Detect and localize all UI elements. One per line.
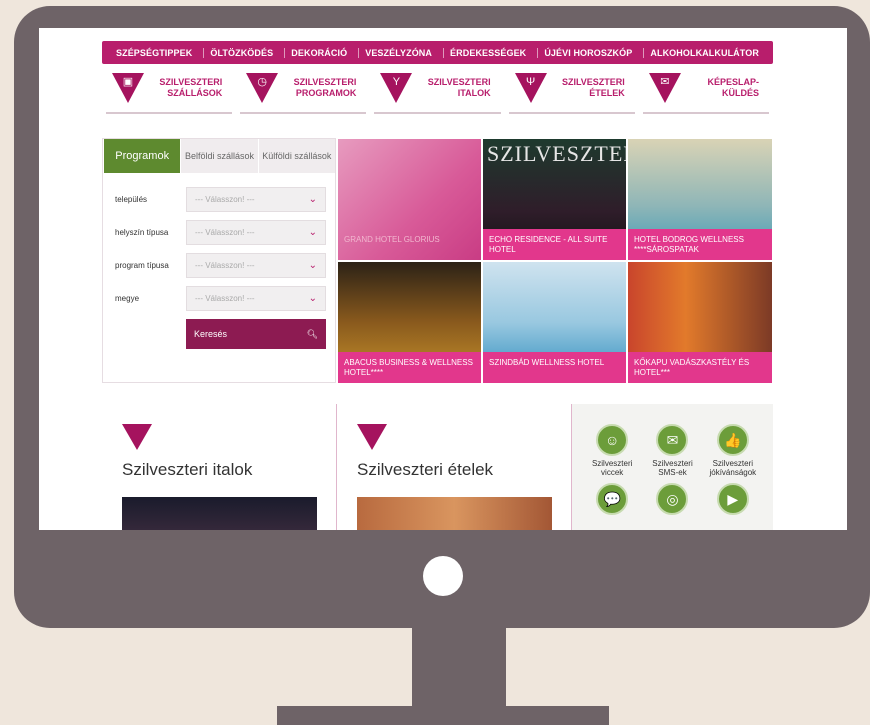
section-etelek: Szilveszteri ételek bbox=[337, 404, 572, 530]
hotel-tile[interactable]: SZILVESZTER ECHO RESIDENCE - ALL SUITE HO… bbox=[482, 138, 627, 261]
select-value: --- Válasszon! --- bbox=[195, 261, 255, 270]
suitcase-icon: ▣ bbox=[112, 73, 144, 103]
search-panel: Programok Belföldi szállások Külföldi sz… bbox=[102, 138, 336, 383]
form-row: település --- Válasszon! --- ⌄ bbox=[103, 187, 335, 212]
link-music[interactable]: ◎ bbox=[642, 483, 702, 515]
monitor-stand-neck bbox=[412, 628, 506, 710]
select-program-tipusa[interactable]: --- Válasszon! --- ⌄ bbox=[186, 253, 326, 278]
select-value: --- Válasszon! --- bbox=[195, 294, 255, 303]
chevron-down-icon: ⌄ bbox=[308, 260, 317, 271]
link-label: Szilveszteri SMS-ek bbox=[652, 459, 693, 477]
tab-kulfoldi-szallasok[interactable]: Külföldi szállások bbox=[257, 139, 335, 173]
thumbs-up-icon: 👍 bbox=[716, 424, 749, 456]
section-title[interactable]: Szilveszteri italok bbox=[122, 460, 316, 480]
tile-overlay-text: SZILVESZTER bbox=[487, 141, 627, 166]
hotel-caption: SZINDBÁD WELLNESS HOTEL bbox=[483, 352, 626, 383]
tab-programok[interactable]: Programok bbox=[103, 139, 181, 173]
search-tabs: Programok Belföldi szállások Külföldi sz… bbox=[103, 139, 335, 173]
chevron-down-icon: ⌄ bbox=[308, 293, 317, 304]
form-row: megye --- Válasszon! --- ⌄ bbox=[103, 286, 335, 311]
hotel-caption: ECHO RESIDENCE - ALL SUITE HOTEL bbox=[483, 229, 626, 260]
link-chat[interactable]: 💬 bbox=[582, 483, 642, 515]
category-label: SZILVESZTERI ITALOK bbox=[427, 77, 491, 98]
field-label-megye: megye bbox=[115, 294, 140, 303]
hotel-tile[interactable]: SZINDBÁD WELLNESS HOTEL bbox=[482, 261, 627, 384]
select-telepules[interactable]: --- Válasszon! --- ⌄ bbox=[186, 187, 326, 212]
postcard-icon: ✉ bbox=[648, 73, 681, 103]
disc-icon: ◎ bbox=[656, 483, 689, 515]
smiley-icon: ☺ bbox=[596, 424, 629, 456]
chevron-down-icon: ⌄ bbox=[308, 194, 317, 205]
nav-alkoholkalkulator[interactable]: ALKOHOLKALKULÁTOR bbox=[643, 47, 765, 58]
field-label-program-tipusa: program típusa bbox=[115, 261, 169, 270]
category-label: SZILVESZTERI PROGRAMOK bbox=[293, 77, 357, 98]
section-image[interactable] bbox=[122, 497, 317, 530]
nav-oltozkodes[interactable]: ÖLTÖZKÖDÉS bbox=[203, 47, 279, 58]
tab-belfoldi-szallasok[interactable]: Belföldi szállások bbox=[180, 139, 258, 173]
select-helyszin-tipusa[interactable]: --- Válasszon! --- ⌄ bbox=[186, 220, 326, 245]
section-image[interactable] bbox=[357, 497, 552, 530]
link-sms[interactable]: ✉ Szilveszteri SMS-ek bbox=[642, 424, 702, 477]
monitor-stand-base bbox=[277, 706, 609, 725]
category-programok[interactable]: ◷ SZILVESZTERI PROGRAMOK bbox=[240, 64, 367, 114]
field-label-telepules: település bbox=[115, 195, 148, 204]
play-icon: ▶ bbox=[716, 483, 749, 515]
search-icon: 🔍︎ bbox=[306, 328, 318, 339]
clock-icon: ◷ bbox=[246, 73, 279, 103]
select-megye[interactable]: --- Válasszon! --- ⌄ bbox=[186, 286, 326, 311]
link-label: Szilveszteri viccek bbox=[591, 459, 633, 477]
nav-szepsegtippek[interactable]: SZÉPSÉGTIPPEK bbox=[110, 48, 198, 58]
speech-bubble-icon: 💬 bbox=[596, 483, 629, 515]
category-szallasok[interactable]: ▣ SZILVESZTERI SZÁLLÁSOK bbox=[106, 64, 233, 114]
hotel-tile[interactable]: KŐKAPU VADÁSZKASTÉLY ÉS HOTEL*** bbox=[627, 261, 773, 384]
hotel-tile[interactable]: HOTEL BODROG WELLNESS ****SÁROSPATAK bbox=[627, 138, 773, 261]
hotel-tile[interactable]: ABACUS BUSINESS & WELLNESS HOTEL**** bbox=[337, 261, 482, 384]
hotel-grid: GRAND HOTEL GLORIUS SZILVESZTER ECHO RESI… bbox=[337, 138, 773, 384]
link-viccek[interactable]: ☺ Szilveszteri viccek bbox=[582, 424, 642, 477]
category-label: SZILVESZTERI SZÁLLÁSOK bbox=[159, 77, 223, 98]
category-navigation: ▣ SZILVESZTERI SZÁLLÁSOK ◷ SZILVESZTERI PR… bbox=[102, 64, 773, 114]
category-label: SZILVESZTERI ÉTELEK bbox=[561, 77, 625, 98]
section-title[interactable]: Szilveszteri ételek bbox=[357, 460, 551, 480]
search-form: település --- Válasszon! --- ⌄ helyszín t… bbox=[103, 173, 335, 349]
nav-dekoracio[interactable]: DEKORÁCIÓ bbox=[284, 47, 353, 58]
field-label-helyszin-tipusa: helyszín típusa bbox=[115, 228, 169, 237]
select-value: --- Válasszon! --- bbox=[195, 228, 255, 237]
link-video[interactable]: ▶ bbox=[703, 483, 763, 515]
hotel-caption: KŐKAPU VADÁSZKASTÉLY ÉS HOTEL*** bbox=[628, 352, 772, 383]
phone-icon: ✉ bbox=[656, 424, 689, 456]
category-label: KÉPESLAP- KÜLDÉS bbox=[707, 77, 760, 98]
nav-veszelyzona[interactable]: VESZÉLYZÓNA bbox=[358, 47, 438, 58]
food-icon: Ψ bbox=[514, 73, 547, 103]
hotel-caption: ABACUS BUSINESS & WELLNESS HOTEL**** bbox=[338, 352, 481, 383]
category-italok[interactable]: Y SZILVESZTERI ITALOK bbox=[374, 64, 501, 114]
cocktail-icon: Y bbox=[380, 73, 413, 103]
power-button bbox=[423, 556, 463, 596]
bottom-sections: Szilveszteri italok Szilveszteri ételek … bbox=[102, 404, 773, 530]
hotel-tile[interactable]: GRAND HOTEL GLORIUS bbox=[337, 138, 482, 261]
hotel-caption: GRAND HOTEL GLORIUS bbox=[344, 235, 440, 244]
top-navigation: SZÉPSÉGTIPPEK ÖLTÖZKÖDÉS DEKORÁCIÓ VESZÉ… bbox=[102, 41, 773, 64]
form-row: helyszín típusa --- Válasszon! --- ⌄ bbox=[103, 220, 335, 245]
nav-erdekessegek[interactable]: ÉRDEKESSÉGEK bbox=[443, 47, 532, 58]
monitor-screen: SZÉPSÉGTIPPEK ÖLTÖZKÖDÉS DEKORÁCIÓ VESZÉ… bbox=[39, 28, 847, 530]
nav-ujevi-horoszkop[interactable]: ÚJÉVI HOROSZKÓP bbox=[537, 47, 638, 58]
link-jokivansagok[interactable]: 👍 Szilveszteri jókívánságok bbox=[703, 424, 763, 477]
search-button[interactable]: Keresés 🔍︎ bbox=[186, 319, 326, 349]
section-italok: Szilveszteri italok bbox=[102, 404, 337, 530]
category-kepeslap[interactable]: ✉ KÉPESLAP- KÜLDÉS bbox=[642, 64, 770, 114]
select-value: --- Válasszon! --- bbox=[195, 195, 255, 204]
form-row: program típusa --- Válasszon! --- ⌄ bbox=[103, 253, 335, 278]
webpage: SZÉPSÉGTIPPEK ÖLTÖZKÖDÉS DEKORÁCIÓ VESZÉ… bbox=[39, 28, 847, 530]
quick-links: ☺ Szilveszteri viccek ✉ Szilveszteri SMS-e… bbox=[572, 404, 773, 530]
cocktail-icon bbox=[122, 424, 152, 450]
category-etelek[interactable]: Ψ SZILVESZTERI ÉTELEK bbox=[508, 64, 635, 114]
search-button-label: Keresés bbox=[194, 329, 228, 339]
food-icon bbox=[357, 424, 387, 450]
hotel-caption: HOTEL BODROG WELLNESS ****SÁROSPATAK bbox=[628, 229, 772, 260]
chevron-down-icon: ⌄ bbox=[308, 227, 317, 238]
link-label: Szilveszteri jókívánságok bbox=[709, 459, 757, 477]
